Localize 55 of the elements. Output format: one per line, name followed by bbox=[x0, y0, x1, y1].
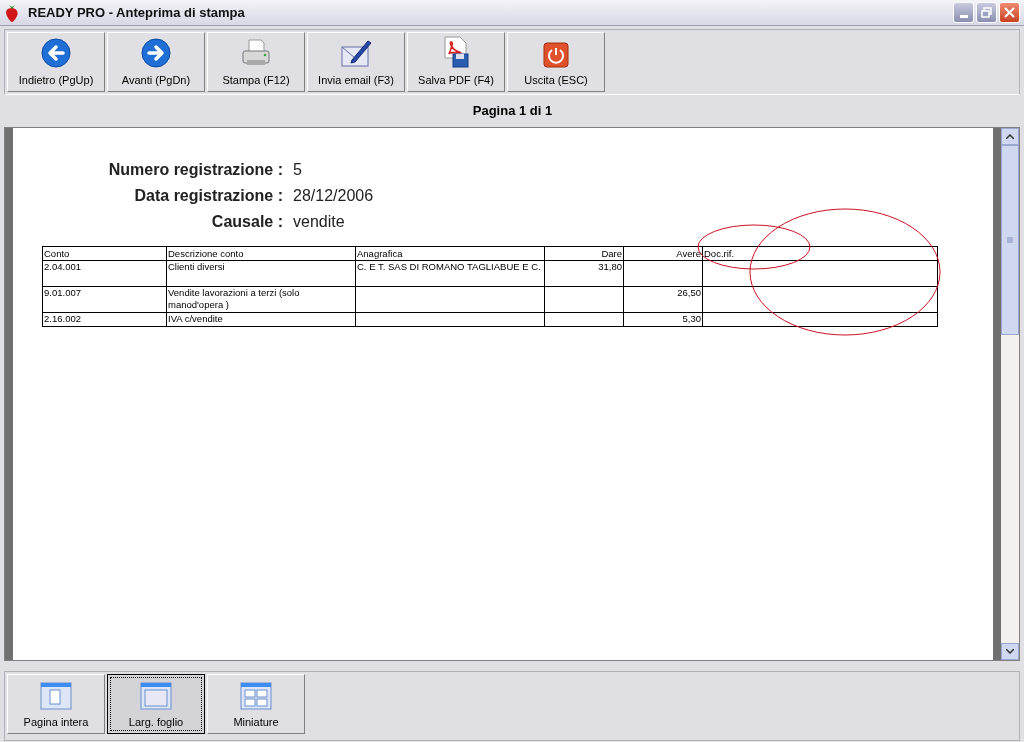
field-label: Data registrazione : bbox=[133, 186, 283, 206]
field-label: Causale : bbox=[210, 212, 283, 232]
table-cell: IVA c/vendite bbox=[166, 312, 356, 327]
table-cell: 31,80 bbox=[544, 260, 624, 287]
table-cell: Vendite lavorazioni a terzi (solo manod'opera ) bbox=[166, 286, 356, 313]
toolbar-button[interactable]: Avanti (PgDn) bbox=[107, 32, 205, 92]
field-value: 28/12/2006 bbox=[293, 186, 375, 206]
scroll-down-button[interactable] bbox=[1001, 643, 1019, 660]
window-title: READY PRO - Anteprima di stampa bbox=[28, 3, 245, 22]
strawberry-icon bbox=[4, 3, 20, 22]
table-cell: 9.01.007 bbox=[42, 286, 167, 313]
column-header: Avere bbox=[623, 246, 703, 261]
toolbar-button[interactable]: Indietro (PgUp) bbox=[7, 32, 105, 92]
view-button[interactable]: Miniature bbox=[207, 674, 305, 734]
scroll-thumb[interactable] bbox=[1001, 145, 1019, 335]
view-button[interactable]: Larg. foglio bbox=[107, 674, 205, 734]
pdf-floppy-icon bbox=[441, 35, 471, 68]
column-header: Descrizione conto bbox=[166, 246, 356, 261]
caret-up-icon bbox=[1006, 134, 1014, 139]
page-width-icon bbox=[140, 681, 172, 710]
page-indicator: Pagina 1 di 1 bbox=[472, 102, 553, 121]
restore-button[interactable] bbox=[976, 2, 997, 23]
table-cell: 26,50 bbox=[623, 286, 703, 313]
column-header: Dare bbox=[544, 246, 624, 261]
toolbar-button[interactable]: Salva PDF (F4) bbox=[407, 32, 505, 92]
thumbnails-icon bbox=[240, 681, 272, 710]
field-value: vendite bbox=[293, 212, 346, 232]
minimize-icon bbox=[959, 15, 968, 18]
arrow-left-icon bbox=[41, 37, 71, 68]
grip-icon bbox=[1007, 237, 1013, 243]
field-value: 5 bbox=[293, 160, 303, 180]
table-cell: Clienti diversi bbox=[166, 260, 356, 287]
power-icon bbox=[543, 41, 569, 68]
close-button[interactable] bbox=[999, 2, 1020, 23]
close-icon bbox=[1004, 7, 1015, 18]
scrollbar[interactable] bbox=[1001, 128, 1019, 660]
table-cell: C. E T. SAS DI ROMANO TAGLIABUE E C. bbox=[355, 260, 545, 287]
toolbar-button[interactable]: Stampa (F12) bbox=[207, 32, 305, 92]
table-cell: 2.16.002 bbox=[42, 312, 167, 327]
restore-icon bbox=[981, 7, 992, 18]
table-cell: 5,30 bbox=[623, 312, 703, 327]
toolbar-button[interactable]: Invia email (F3) bbox=[307, 32, 405, 92]
arrow-right-icon bbox=[141, 37, 171, 68]
printer-icon bbox=[240, 37, 272, 68]
view-button[interactable]: Pagina intera bbox=[7, 674, 105, 734]
table-cell: 2.04.001 bbox=[42, 260, 167, 287]
column-header: Anagrafica bbox=[355, 246, 545, 261]
toolbar-button[interactable]: Uscita (ESC) bbox=[507, 32, 605, 92]
column-header: Conto bbox=[42, 246, 167, 261]
caret-down-icon bbox=[1006, 649, 1014, 654]
column-header: Doc.rif. bbox=[702, 246, 938, 261]
field-label: Numero registrazione : bbox=[107, 160, 283, 180]
scroll-up-button[interactable] bbox=[1001, 128, 1019, 145]
minimize-button[interactable] bbox=[953, 2, 974, 23]
page-icon bbox=[40, 681, 72, 710]
